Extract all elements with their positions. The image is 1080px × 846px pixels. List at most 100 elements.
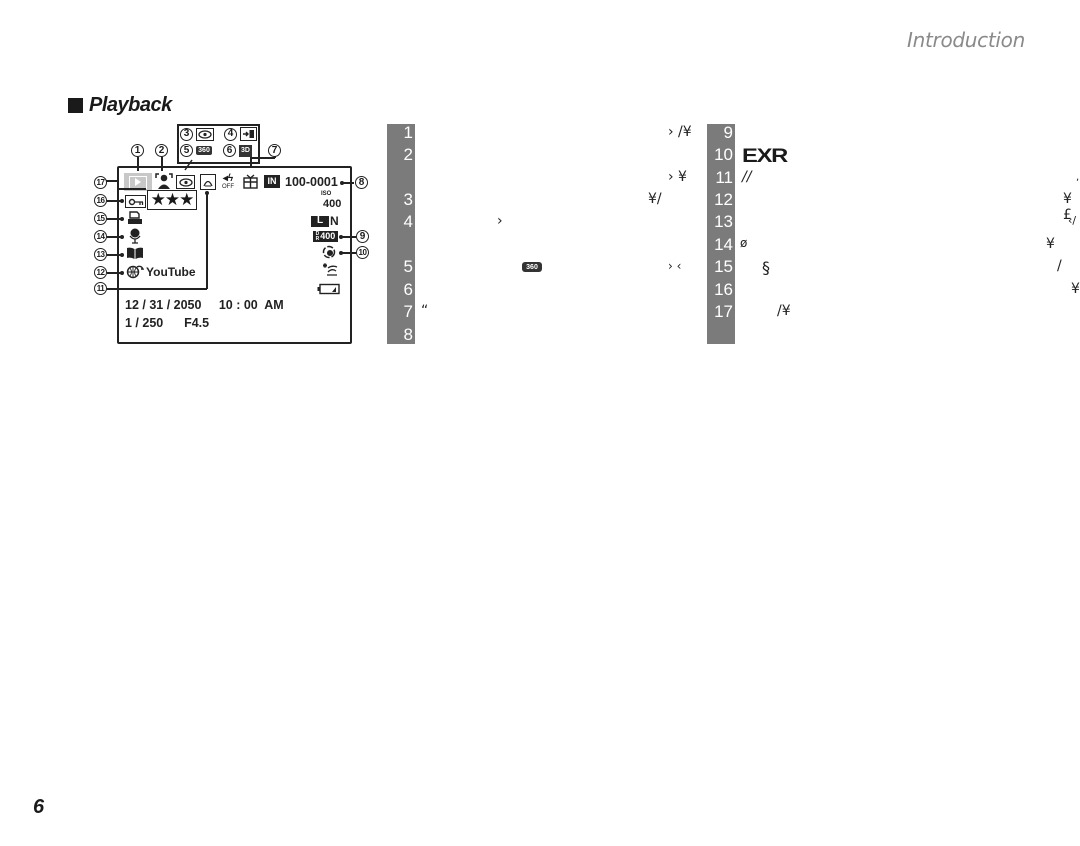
row-text: // bbox=[742, 169, 752, 185]
scene-icon bbox=[322, 262, 338, 281]
row-number: 15 bbox=[714, 257, 733, 276]
callout-10: 10 bbox=[356, 246, 369, 259]
row-number: 4 bbox=[403, 212, 413, 231]
row-text: ø bbox=[740, 236, 748, 250]
row-text: /¥ bbox=[777, 303, 791, 319]
row-text: › ‹ bbox=[668, 259, 682, 273]
row-text: “ bbox=[421, 303, 429, 319]
voice-memo-icon bbox=[128, 228, 142, 249]
iso-label: ISO bbox=[321, 191, 332, 197]
callout-6: 6 bbox=[223, 144, 236, 157]
row-number: 1 bbox=[403, 123, 413, 142]
file-number: 100-0001 bbox=[285, 175, 338, 189]
row-number: 7 bbox=[403, 302, 413, 321]
row-text: / bbox=[1057, 258, 1062, 274]
row-number: 12 bbox=[714, 190, 733, 209]
callout-8: 8 bbox=[355, 176, 368, 189]
red-eye-removal-icon bbox=[176, 175, 195, 189]
row-text: › ¥ bbox=[668, 169, 687, 185]
row-text: ‹/ bbox=[1068, 214, 1077, 227]
leader-line-9 bbox=[341, 236, 356, 238]
callout-12: 12 bbox=[94, 266, 107, 279]
callout-9: 9 bbox=[356, 230, 369, 243]
callout-17: 17 bbox=[94, 176, 107, 189]
exposure-info: 1 / 250 F4.5 bbox=[125, 316, 210, 330]
sound-off-indicator: ◂ϟ OFF bbox=[222, 173, 234, 191]
leader-line-10 bbox=[341, 252, 356, 254]
leader-dot-15 bbox=[120, 216, 124, 221]
callout-13: 13 bbox=[94, 248, 107, 261]
callout-3: 3 bbox=[180, 127, 193, 141]
row-number: 17 bbox=[714, 302, 733, 321]
leader-line-11a bbox=[107, 288, 207, 290]
speaker-icon: ◂ϟ bbox=[222, 173, 234, 184]
row-text: › /¥ bbox=[668, 124, 692, 140]
internal-memory-icon: IN bbox=[264, 175, 280, 188]
leader-dot-12 bbox=[120, 270, 124, 275]
row-number: 16 bbox=[714, 280, 733, 299]
red-eye-removal-icon bbox=[196, 127, 214, 141]
section-marker bbox=[68, 98, 83, 113]
image-size-quality: L N bbox=[311, 214, 339, 228]
callout-5: 5 bbox=[180, 144, 193, 157]
gift-image-icon bbox=[243, 174, 258, 194]
protect-key-icon bbox=[125, 195, 146, 208]
leader-line-7c bbox=[274, 156, 276, 158]
callout-row-5-6: 5 360 6 3D bbox=[180, 144, 252, 157]
callout-2: 2 bbox=[155, 144, 168, 157]
row-number: 6 bbox=[403, 280, 413, 299]
row-text: ¥ bbox=[1046, 236, 1055, 252]
leader-dot-11 bbox=[204, 191, 209, 195]
motion-panorama-360-icon: 360 bbox=[522, 262, 542, 272]
leader-line-11b bbox=[206, 193, 208, 289]
dr-value: 400 bbox=[320, 231, 336, 241]
row-text: ¥/ bbox=[648, 191, 662, 207]
row-number: 11 bbox=[715, 168, 733, 187]
image-quality: N bbox=[330, 214, 339, 228]
rating-stars: ★★★ bbox=[147, 190, 197, 210]
youtube-label: YouTube bbox=[146, 265, 196, 279]
advanced-mode-icon bbox=[200, 174, 216, 190]
motion-panorama-360-icon: 360 bbox=[196, 146, 212, 155]
row-text: § bbox=[762, 258, 770, 277]
row-text: › bbox=[497, 213, 503, 229]
leader-line-17c bbox=[117, 188, 146, 190]
row-number: 8 bbox=[403, 325, 413, 344]
upload-globe-icon bbox=[126, 264, 145, 284]
row-text: , bbox=[1076, 172, 1080, 183]
sound-off-label: OFF bbox=[222, 184, 234, 190]
row-number: 10 bbox=[714, 145, 733, 164]
row-number: 3 bbox=[403, 190, 413, 209]
section-heading: Playback bbox=[68, 94, 172, 117]
callout-row-3-4: 3 4 bbox=[180, 127, 257, 141]
callout-15: 15 bbox=[94, 212, 107, 225]
callout-4: 4 bbox=[224, 127, 237, 141]
leader-line-7b bbox=[250, 157, 275, 159]
exr-logo: EXR bbox=[742, 146, 788, 167]
leader-dot-14 bbox=[120, 234, 124, 239]
photobook-icon bbox=[126, 247, 144, 265]
row-number: 14 bbox=[714, 235, 733, 254]
leader-dot-16 bbox=[120, 198, 124, 203]
3d-icon: 3D bbox=[239, 144, 252, 157]
leader-dot-8 bbox=[340, 180, 344, 185]
image-size-icon: L bbox=[311, 215, 329, 227]
date-time: 12 / 31 / 2050 10 : 00 AM bbox=[125, 298, 284, 312]
row-number: 5 bbox=[403, 257, 413, 276]
callout-11: 11 bbox=[94, 282, 107, 295]
dynamic-range-icon: D R 400 bbox=[313, 231, 338, 242]
battery-icon bbox=[317, 282, 341, 300]
callout-1: 1 bbox=[131, 144, 144, 157]
chapter-title: Introduction bbox=[907, 28, 1025, 52]
leader-dot-13 bbox=[120, 252, 124, 257]
section-title: Playback bbox=[89, 94, 172, 116]
row-number: 13 bbox=[714, 212, 733, 231]
row-number: 2 bbox=[403, 145, 413, 164]
row-number: 9 bbox=[723, 123, 733, 142]
transfer-icon bbox=[240, 127, 257, 141]
callout-14: 14 bbox=[94, 230, 107, 243]
page-number: 6 bbox=[33, 796, 45, 818]
row-text: ¥ bbox=[1071, 281, 1080, 297]
iso-value: 400 bbox=[323, 198, 342, 210]
callout-16: 16 bbox=[94, 194, 107, 207]
